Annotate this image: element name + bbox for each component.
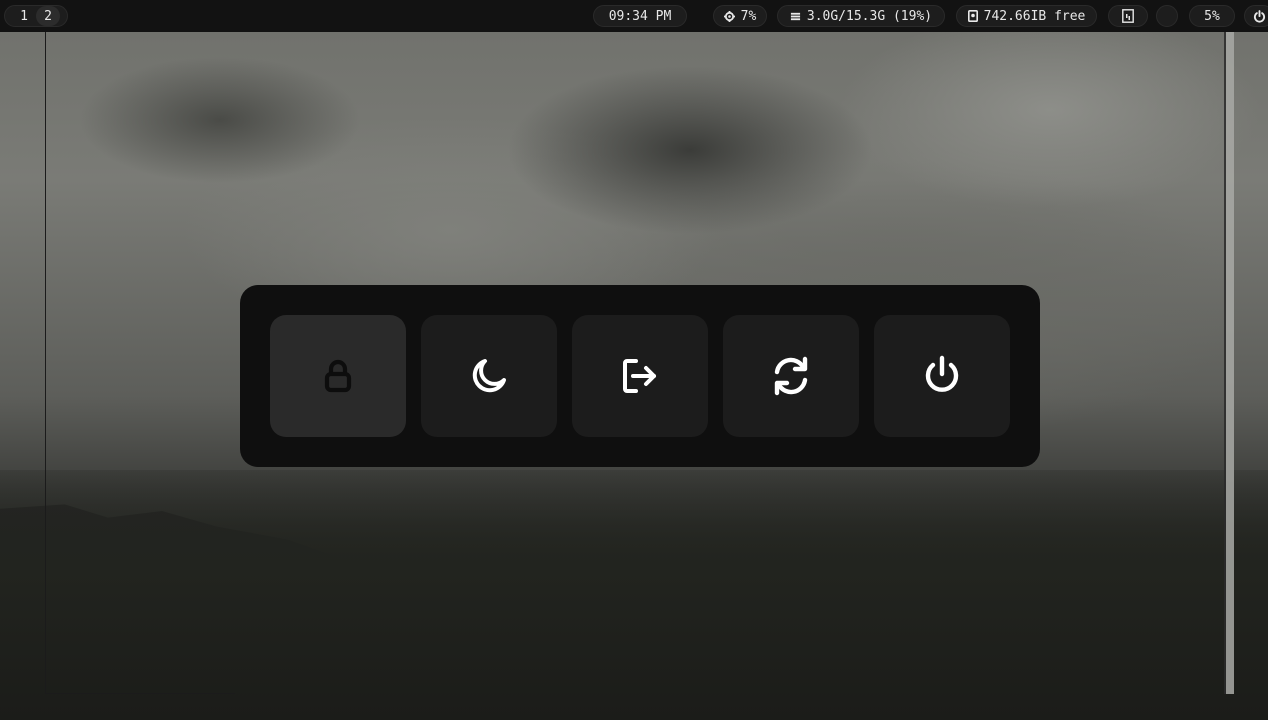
volume-value: 5% bbox=[1204, 8, 1220, 24]
disk-value: 742.66IB free bbox=[983, 8, 1086, 24]
power-bar-button[interactable] bbox=[1244, 5, 1268, 27]
shutdown-button[interactable] bbox=[874, 315, 1010, 437]
top-bar: 1 2 09:34 PM 7% 3.0G/15.3G (19%) 742.66I… bbox=[0, 0, 1268, 32]
logout-icon bbox=[619, 355, 661, 397]
lock-button[interactable] bbox=[270, 315, 406, 437]
memory-value: 3.0G/15.3G (19%) bbox=[806, 8, 933, 24]
status-dot[interactable] bbox=[1156, 5, 1178, 27]
cpu-widget[interactable]: 7% bbox=[713, 5, 767, 27]
workspaces-widget: 1 2 bbox=[4, 5, 68, 27]
window-border-left bbox=[45, 32, 46, 694]
clock-widget[interactable]: 09:34 PM bbox=[593, 5, 687, 27]
cpu-value: 7% bbox=[740, 8, 757, 24]
cpu-icon bbox=[723, 10, 735, 22]
volume-widget[interactable]: 5% bbox=[1189, 5, 1235, 27]
window-border-bottom bbox=[45, 693, 235, 694]
logout-button[interactable] bbox=[572, 315, 708, 437]
memory-widget[interactable]: 3.0G/15.3G (19%) bbox=[777, 5, 945, 27]
display-icon bbox=[1122, 9, 1134, 23]
memory-icon bbox=[790, 11, 801, 22]
lock-icon bbox=[318, 356, 358, 396]
workspace-1-button[interactable]: 1 bbox=[12, 6, 36, 26]
window-edge-strip bbox=[1224, 28, 1234, 694]
clock-text: 09:34 PM bbox=[608, 8, 672, 24]
workspace-2-button[interactable]: 2 bbox=[36, 6, 60, 26]
power-menu bbox=[240, 285, 1040, 467]
disk-widget[interactable]: 742.66IB free bbox=[956, 5, 1097, 27]
disk-icon bbox=[967, 10, 978, 22]
moon-icon bbox=[468, 355, 510, 397]
wallpaper-ground bbox=[0, 470, 1268, 720]
reboot-icon bbox=[769, 354, 813, 398]
reboot-button[interactable] bbox=[723, 315, 859, 437]
suspend-button[interactable] bbox=[421, 315, 557, 437]
power-icon bbox=[1253, 9, 1266, 23]
shutdown-icon bbox=[920, 354, 964, 398]
tray-widget[interactable] bbox=[1108, 5, 1148, 27]
